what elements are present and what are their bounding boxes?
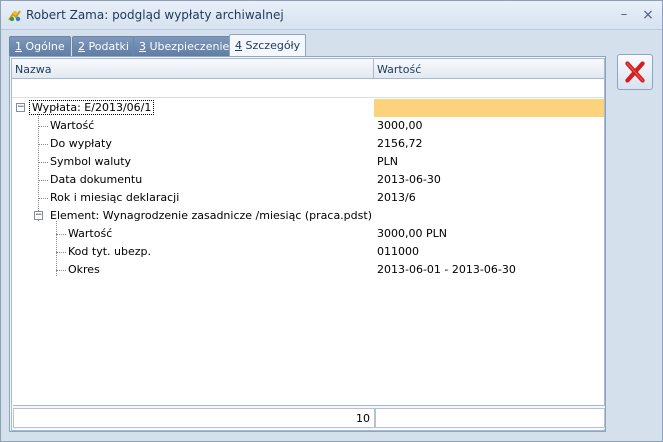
row-value: PLN	[377, 155, 398, 168]
details-panel: Nazwa Wartość − Wypłata: E/2013/06/1 War…	[9, 56, 606, 432]
column-separator[interactable]	[373, 59, 374, 79]
row-name: Wartość	[50, 119, 95, 132]
column-header-wartosc[interactable]: Wartość	[377, 63, 421, 76]
minimize-button[interactable]: –	[615, 6, 633, 24]
row-value-cell[interactable]	[374, 99, 604, 117]
tree-row-element[interactable]: − Element: Wynagrodzenie zasadnicze /mie…	[12, 207, 604, 225]
column-header-nazwa[interactable]: Nazwa	[15, 63, 51, 76]
tab-key: 2	[78, 40, 85, 53]
tab-label: Ubezpieczenie	[149, 40, 230, 53]
row-value: 011000	[377, 245, 419, 258]
row-name: Kod tyt. ubezp.	[68, 245, 151, 258]
row-name: Okres	[68, 263, 100, 276]
close-button[interactable]	[617, 54, 653, 90]
tree-row[interactable]: Wartość 3000,00	[12, 117, 604, 135]
tree-row[interactable]: Okres 2013-06-01 - 2013-06-30	[12, 261, 604, 279]
tab-ubezpieczenie[interactable]: 3 Ubezpieczenie	[133, 36, 236, 56]
tab-ogolne[interactable]: 1 Ogólne	[9, 36, 71, 56]
row-name: Wypłata: E/2013/06/1	[29, 100, 155, 115]
preview-window: Robert Zama: podgląd wypłaty archiwalnej…	[0, 0, 663, 442]
tree-row[interactable]: Wartość 3000,00 PLN	[12, 225, 604, 243]
row-name: Symbol waluty	[50, 155, 132, 168]
tab-label: Szczegóły	[245, 39, 301, 52]
row-count: 10	[356, 412, 370, 425]
tree-row[interactable]: Symbol waluty PLN	[12, 153, 604, 171]
row-name: Do wypłaty	[50, 137, 112, 150]
row-value: 2013/6	[377, 191, 416, 204]
tab-podatki[interactable]: 2 Podatki	[72, 36, 135, 56]
details-tree-grid[interactable]: Nazwa Wartość − Wypłata: E/2013/06/1 War…	[11, 58, 605, 431]
tab-key: 4	[235, 39, 242, 52]
window-title: Robert Zama: podgląd wypłaty archiwalnej	[26, 8, 284, 22]
tree-row[interactable]: Data dokumentu 2013-06-30	[12, 171, 604, 189]
tree-row[interactable]: Kod tyt. ubezp. 011000	[12, 243, 604, 261]
row-value: 2013-06-01 - 2013-06-30	[377, 263, 516, 276]
tree-row[interactable]: Do wypłaty 2156,72	[12, 135, 604, 153]
tree-row[interactable]: Rok i miesiąc deklaracji 2013/6	[12, 189, 604, 207]
row-name: Data dokumentu	[50, 173, 143, 186]
title-bar: Robert Zama: podgląd wypłaty archiwalnej…	[1, 1, 662, 30]
row-value: 3000,00	[377, 119, 423, 132]
tab-szczegoly[interactable]: 4 Szczegóły	[229, 34, 307, 57]
column-header-row: Nazwa Wartość	[12, 59, 604, 79]
collapse-toggle[interactable]: −	[16, 103, 25, 112]
row-value: 2013-06-30	[377, 173, 441, 186]
summary-footer: 10	[13, 405, 605, 429]
close-window-button[interactable]: ×	[639, 6, 657, 24]
row-value: 3000,00 PLN	[377, 227, 447, 240]
collapse-toggle[interactable]: −	[34, 211, 43, 220]
filter-row[interactable]	[12, 80, 604, 98]
tab-key: 1	[15, 40, 22, 53]
red-x-icon	[625, 61, 645, 83]
row-value: 2156,72	[377, 137, 423, 150]
tab-label: Podatki	[88, 40, 129, 53]
app-logo-icon	[8, 10, 21, 22]
tab-key: 3	[139, 40, 146, 53]
row-name: Element: Wynagrodzenie zasadnicze /miesi…	[50, 209, 372, 222]
footer-value-cell	[375, 408, 605, 428]
tab-label: Ogólne	[25, 40, 65, 53]
tree-row-wyplata[interactable]: − Wypłata: E/2013/06/1	[12, 99, 604, 117]
row-name: Rok i miesiąc deklaracji	[50, 191, 180, 204]
row-name: Wartość	[68, 227, 113, 240]
footer-count-cell: 10	[13, 408, 375, 428]
